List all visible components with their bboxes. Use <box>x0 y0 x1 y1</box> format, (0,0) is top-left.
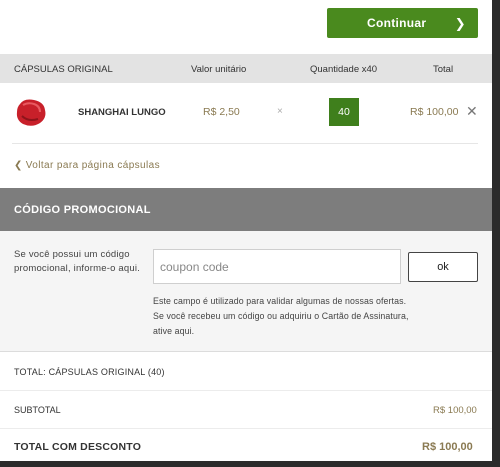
chevron-left-icon: ❮ <box>14 160 23 171</box>
divider <box>0 390 492 391</box>
cart-row: SHANGHAI LUNGO R$ 2,50 × 40 R$ 100,00 ✕ <box>0 83 492 143</box>
grand-total-value: R$ 100,00 <box>422 441 473 453</box>
summary-total-label: TOTAL: CÁPSULAS ORIGINAL (40) <box>14 367 165 377</box>
promo-section: Se você possui um código promocional, in… <box>0 231 492 351</box>
cart-table-header: CÁPSULAS ORIGINAL Valor unitário Quantid… <box>0 54 492 83</box>
column-header-quantity: Quantidade x40 <box>310 64 378 75</box>
continue-label: Continuar <box>367 16 427 30</box>
back-link-label: Voltar para página cápsulas <box>25 160 160 171</box>
unit-price: R$ 2,50 <box>203 106 240 118</box>
column-header-unit-price: Valor unitário <box>191 64 247 75</box>
divider <box>12 143 478 144</box>
close-icon[interactable]: ✕ <box>466 103 478 120</box>
back-to-capsules-link[interactable]: ❮ Voltar para página cápsulas <box>14 160 160 171</box>
chevron-right-icon: ❯ <box>454 16 466 31</box>
apply-coupon-button[interactable]: ok <box>408 252 478 282</box>
continue-button[interactable]: Continuar ❯ <box>327 8 478 38</box>
product-name: SHANGHAI LUNGO <box>78 107 166 118</box>
capsule-image <box>16 99 46 126</box>
ok-label: ok <box>437 261 449 273</box>
promo-section-header: CÓDIGO PROMOCIONAL <box>0 188 492 231</box>
column-header-total: Total <box>433 64 454 75</box>
top-bar: Continuar ❯ <box>0 0 500 54</box>
promo-description: Se você possui um código promocional, in… <box>14 249 140 274</box>
column-header-product: CÁPSULAS ORIGINAL <box>14 64 113 75</box>
subtotal-value: R$ 100,00 <box>433 405 477 416</box>
multiply-sign: × <box>277 106 283 117</box>
window-edge <box>492 0 500 467</box>
divider <box>0 351 492 352</box>
divider <box>0 428 492 429</box>
grand-total-label: TOTAL COM DESCONTO <box>14 441 142 453</box>
subtotal-label: SUBTOTAL <box>14 405 61 415</box>
promo-title: CÓDIGO PROMOCIONAL <box>14 204 151 216</box>
coupon-code-input[interactable] <box>153 249 401 284</box>
quantity-value: 40 <box>338 106 350 118</box>
row-total: R$ 100,00 <box>410 106 459 118</box>
quantity-selector[interactable]: 40 <box>329 98 359 126</box>
promo-note: Este campo é utilizado para validar algu… <box>153 296 409 336</box>
window-edge <box>0 461 500 467</box>
